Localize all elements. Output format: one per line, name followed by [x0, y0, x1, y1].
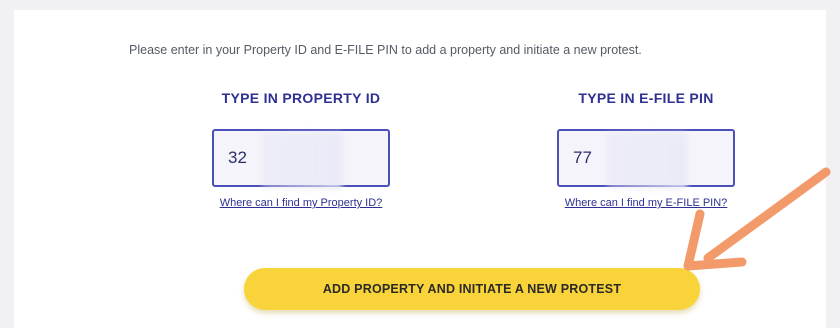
protest-form-panel: Please enter in your Property ID and E-F… [14, 10, 826, 328]
property-id-group: TYPE IN PROPERTY ID Where can I find my … [184, 90, 418, 211]
efile-pin-help-link[interactable]: Where can I find my E-FILE PIN? [565, 197, 728, 209]
instruction-text: Please enter in your Property ID and E-F… [129, 43, 642, 57]
add-property-button[interactable]: ADD PROPERTY AND INITIATE A NEW PROTEST [244, 268, 700, 310]
property-id-help-link[interactable]: Where can I find my Property ID? [220, 197, 383, 209]
efile-pin-input[interactable] [557, 129, 735, 187]
property-id-title: TYPE IN PROPERTY ID [221, 90, 381, 106]
property-id-input[interactable] [212, 129, 390, 187]
efile-pin-group: TYPE IN E-FILE PIN Where can I find my E… [524, 90, 768, 211]
efile-pin-title: TYPE IN E-FILE PIN [578, 90, 714, 106]
